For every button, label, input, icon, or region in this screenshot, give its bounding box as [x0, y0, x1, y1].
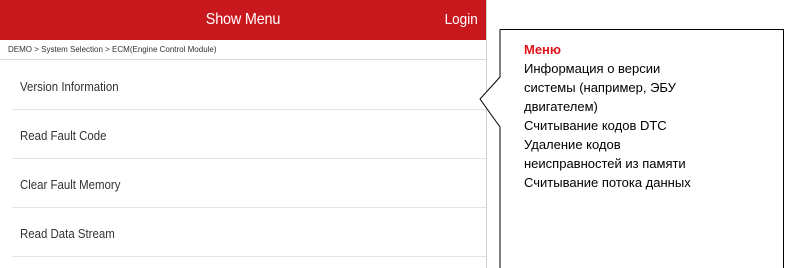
- page: Show Menu Login DEMO > System Selection …: [0, 0, 788, 268]
- menu-item-read-fault-code[interactable]: Read Fault Code: [0, 110, 486, 159]
- callout-title: Меню: [524, 42, 562, 57]
- breadcrumb: DEMO > System Selection > ECM(Engine Con…: [0, 40, 486, 60]
- callout-box: Меню Информация о версии системы (наприм…: [479, 29, 784, 268]
- header-title: Show Menu: [205, 11, 281, 28]
- menu-item-label: Clear Fault Memory: [20, 177, 121, 192]
- callout-line: Удаление кодов: [524, 137, 621, 152]
- callout-line: двигателем): [524, 99, 598, 114]
- callout-line: Информация о версии: [524, 61, 661, 76]
- callout-line: неисправностей из памяти: [524, 156, 686, 171]
- app-header: Show Menu Login: [0, 0, 486, 40]
- callout-line: Считывание кодов DTC: [524, 118, 667, 133]
- menu-item-clear-fault-memory[interactable]: Clear Fault Memory: [0, 159, 486, 208]
- menu-item-read-data-stream[interactable]: Read Data Stream: [0, 208, 486, 257]
- menu-list: Version Information Read Fault Code Clea…: [0, 61, 486, 257]
- device-screen: Show Menu Login DEMO > System Selection …: [0, 0, 487, 268]
- menu-item-label: Version Information: [20, 79, 119, 94]
- menu-item-version-information[interactable]: Version Information: [0, 61, 486, 110]
- menu-item-label: Read Fault Code: [20, 128, 107, 143]
- callout-line: Считывание потока данных: [524, 175, 691, 190]
- menu-item-label: Read Data Stream: [20, 226, 115, 241]
- callout-text: Меню Информация о версии системы (наприм…: [524, 40, 780, 192]
- callout-line: системы (например, ЭБУ: [524, 80, 676, 95]
